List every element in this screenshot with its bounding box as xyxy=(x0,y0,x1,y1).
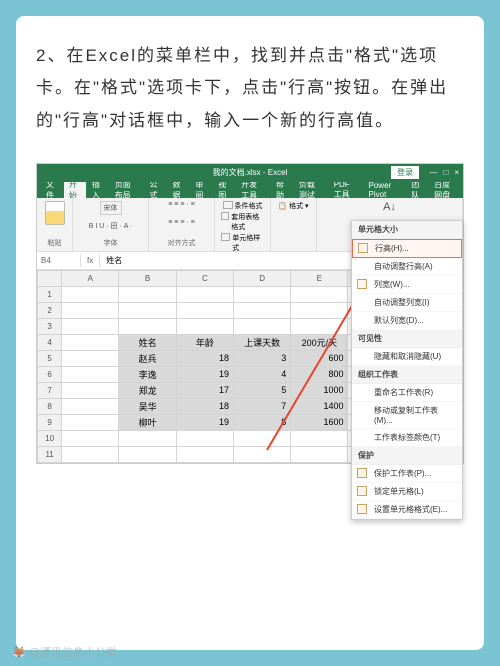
cell[interactable]: 吴华 xyxy=(119,398,176,414)
cell[interactable]: 19 xyxy=(176,414,233,430)
instruction-text: 2、在Excel的菜单栏中，找到并点击"格式"选项卡。在"格式"选项卡下，点击"… xyxy=(36,40,464,137)
menu-move[interactable]: 移动或复制工作表(M)... xyxy=(352,402,462,429)
menu-rename[interactable]: 重命名工作表(R) xyxy=(352,384,462,402)
cell[interactable]: 17 xyxy=(176,382,233,398)
menu-format-cell[interactable]: 设置单元格格式(E)... xyxy=(352,501,462,519)
cell-style[interactable]: 单元格样式 xyxy=(232,233,264,253)
title-bar: 我的文档.xlsx - Excel 登录 — □ × xyxy=(37,164,463,182)
protect-icon xyxy=(357,468,367,478)
cell[interactable]: 3 xyxy=(233,350,290,366)
table-format[interactable]: 套用表格格式 xyxy=(231,212,264,232)
menu-bar[interactable]: 文件 开始 插入 页面布局 公式 数据 审阅 视图 开发工具 帮助 负载测试 P… xyxy=(37,182,463,198)
select-all[interactable] xyxy=(38,270,62,286)
excel-screenshot: 我的文档.xlsx - Excel 登录 — □ × 文件 开始 插入 页面布局… xyxy=(36,163,464,464)
cell[interactable]: 200元/天 xyxy=(291,334,348,350)
dropdown-section: 单元格大小 xyxy=(352,221,462,239)
row-header[interactable]: 3 xyxy=(38,318,62,334)
menu-col-width[interactable]: 列宽(W)... xyxy=(352,276,462,294)
format-dropdown[interactable]: 单元格大小 行高(H)... 自动调整行高(A) 列宽(W)... 自动调整列宽… xyxy=(351,220,463,520)
menu-hide[interactable]: 隐藏和取消隐藏(U) xyxy=(352,348,462,366)
col-header[interactable]: E xyxy=(291,270,348,286)
minimize-icon[interactable]: — xyxy=(429,168,437,177)
cell[interactable]: 19 xyxy=(176,366,233,382)
ribbon-cells[interactable]: 📋 格式 ▾ xyxy=(271,198,317,251)
format-cell-icon xyxy=(357,504,367,514)
row-header[interactable]: 9 xyxy=(38,414,62,430)
dropdown-section: 保护 xyxy=(352,447,462,465)
cell[interactable]: 1000 xyxy=(291,382,348,398)
cell[interactable]: 上课天数 xyxy=(233,334,290,350)
col-header[interactable]: B xyxy=(119,270,176,286)
app-title: 我的文档.xlsx - Excel xyxy=(213,167,288,178)
maximize-icon[interactable]: □ xyxy=(443,168,448,177)
col-width-icon xyxy=(357,279,367,289)
cell[interactable]: 姓名 xyxy=(119,334,176,350)
row-header[interactable]: 5 xyxy=(38,350,62,366)
row-header[interactable]: 8 xyxy=(38,398,62,414)
cell[interactable]: 18 xyxy=(176,350,233,366)
col-header[interactable]: A xyxy=(62,270,119,286)
font-label: 字体 xyxy=(104,238,118,248)
row-header[interactable]: 10 xyxy=(38,430,62,446)
cell[interactable]: 7 xyxy=(233,398,290,414)
dropdown-section: 组织工作表 xyxy=(352,366,462,384)
cell[interactable]: 18 xyxy=(176,398,233,414)
cell[interactable]: 5 xyxy=(233,382,290,398)
login-button[interactable]: 登录 xyxy=(391,166,419,179)
cell[interactable]: 1600 xyxy=(291,414,348,430)
cell[interactable]: 年龄 xyxy=(176,334,233,350)
format-button[interactable]: 格式 xyxy=(289,203,303,210)
cell[interactable]: 4 xyxy=(233,366,290,382)
ribbon-font[interactable]: 宋体 B I U · 田 · A · 字体 xyxy=(73,198,149,251)
row-header[interactable]: 4 xyxy=(38,334,62,350)
row-header[interactable]: 7 xyxy=(38,382,62,398)
ribbon-align[interactable]: ≡ ≡ ≡ · ≡ ≡ ≡ ≡ · ≡ 对齐方式 xyxy=(149,198,215,251)
cell[interactable]: 李逸 xyxy=(119,366,176,382)
cond-format[interactable]: 条件格式 xyxy=(235,201,263,211)
cell[interactable]: 600 xyxy=(291,350,348,366)
row-height-icon xyxy=(358,243,368,253)
menu-tab-color[interactable]: 工作表标签颜色(T) xyxy=(352,429,462,447)
close-icon[interactable]: × xyxy=(454,168,459,177)
menu-row-height[interactable]: 行高(H)... xyxy=(352,239,462,258)
row-header[interactable]: 6 xyxy=(38,366,62,382)
cell[interactable]: 1400 xyxy=(291,398,348,414)
dropdown-section: 可见性 xyxy=(352,330,462,348)
window-buttons[interactable]: — □ × xyxy=(429,168,459,177)
menu-protect[interactable]: 保护工作表(P)... xyxy=(352,465,462,483)
menu-default-col[interactable]: 默认列宽(D)... xyxy=(352,312,462,330)
cell[interactable]: 柳叶 xyxy=(119,414,176,430)
ribbon-clipboard[interactable]: 粘贴 xyxy=(37,198,73,251)
paste-label: 粘贴 xyxy=(48,238,62,248)
paste-icon[interactable] xyxy=(45,201,65,225)
menu-auto-row[interactable]: 自动调整行高(A) xyxy=(352,258,462,276)
align-label: 对齐方式 xyxy=(168,238,196,248)
row-header[interactable]: 11 xyxy=(38,446,62,462)
cell[interactable]: 8 xyxy=(233,414,290,430)
col-header[interactable]: C xyxy=(176,270,233,286)
ribbon-styles[interactable]: 条件格式 套用表格格式 单元格样式 xyxy=(215,198,271,251)
row-header[interactable]: 1 xyxy=(38,286,62,302)
watermark: 🦊 @通讯信息小公举 xyxy=(12,644,117,660)
cell[interactable]: 郑龙 xyxy=(119,382,176,398)
cell[interactable]: 800 xyxy=(291,366,348,382)
font-name[interactable]: 宋体 xyxy=(100,201,122,215)
cell[interactable]: 赵兵 xyxy=(119,350,176,366)
col-header[interactable]: D xyxy=(233,270,290,286)
fx-icon[interactable]: fx xyxy=(81,254,100,267)
menu-lock[interactable]: 锁定单元格(L) xyxy=(352,483,462,501)
row-header[interactable]: 2 xyxy=(38,302,62,318)
lock-icon xyxy=(357,486,367,496)
menu-auto-col[interactable]: 自动调整列宽(I) xyxy=(352,294,462,312)
name-box[interactable]: B4 xyxy=(37,254,81,267)
